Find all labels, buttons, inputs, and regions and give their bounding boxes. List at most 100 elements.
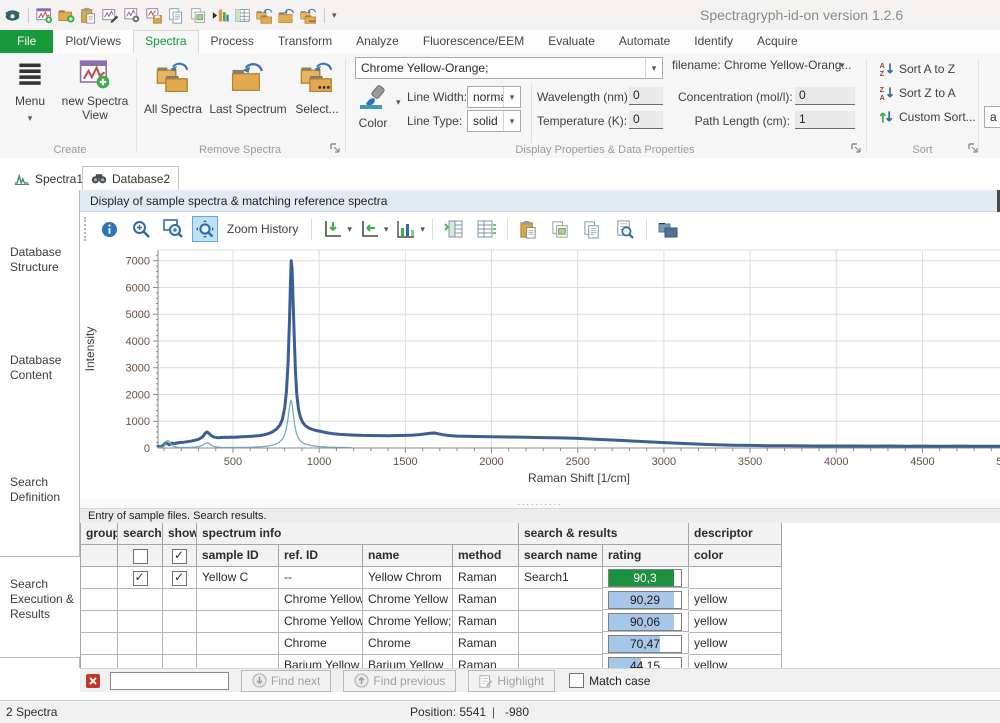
table-row[interactable]: Chrome YellowChrome YellowRaman90,29yell… [80,589,782,611]
find-input[interactable] [110,672,229,690]
display-properties-dialog-launcher-icon[interactable] [851,143,862,154]
copy-button[interactable] [580,216,606,242]
info-button[interactable] [96,216,122,242]
color-button[interactable]: Color [353,84,393,130]
sidebar-item-search-execution[interactable]: Search Execution & Results [10,577,76,622]
remove-select-button[interactable]: Select... [292,58,342,116]
open-add-folder-icon[interactable] [58,7,75,24]
print-preview-button[interactable] [612,216,638,242]
table-row[interactable]: ChromeChromeRaman70,47yellow [80,633,782,655]
preview-eye-icon[interactable] [4,7,21,24]
path-length-input[interactable]: 1 [795,111,855,129]
undo-folder-icon[interactable] [256,7,273,24]
sub-header-sample-id[interactable]: sample ID [197,545,279,567]
col-header-search[interactable]: search [118,523,163,545]
line-width-combo[interactable]: normal ▾ [467,86,521,108]
tab-evaluate[interactable]: Evaluate [536,30,607,53]
tab-process[interactable]: Process [199,30,266,53]
chart-style-button[interactable] [393,216,419,242]
spectrum-select-combo[interactable]: Chrome Yellow-Orange; ▾ [355,57,663,79]
filename-caret-icon[interactable]: ▾ [840,61,845,70]
zoom-region-button[interactable] [160,216,186,242]
toolbar-drag-handle[interactable] [84,217,89,241]
search-all-checkbox[interactable] [133,549,148,564]
doc-tab-database2[interactable]: Database2 [82,166,179,190]
series-list-icon[interactable] [212,7,229,24]
custom-sort-button[interactable]: Custom Sort... [878,109,976,125]
grid-view-button[interactable] [473,216,499,242]
spectrum-chart[interactable]: 5001000150020002500300035004000450050000… [80,246,1000,498]
copy-icon[interactable] [168,7,185,24]
sort-z-to-a-button[interactable]: Sort Z to A [878,85,956,101]
new-plot-view-icon[interactable] [36,7,53,24]
sub-header-ref-id[interactable]: ref. ID [279,545,363,567]
line-width-caret-icon[interactable]: ▾ [503,87,520,107]
match-case-option[interactable]: Match case [569,673,650,688]
axis-x-scale-button[interactable] [357,216,383,242]
col-header-spectrum-info[interactable]: spectrum info [197,523,519,545]
doc-tab-spectra1[interactable]: Spectra1 [6,167,91,190]
pan-zoom-button[interactable] [192,216,218,242]
color-caret-icon[interactable]: ▾ [396,98,401,107]
tab-identify[interactable]: Identify [682,30,745,53]
highlight-button[interactable]: Highlight [468,670,555,692]
find-next-button[interactable]: Find next [241,670,331,692]
plot-edit-icon[interactable] [102,7,119,24]
table-row[interactable]: Barium YellowBarium YellowRaman44,15yell… [80,655,782,668]
tab-spectra[interactable]: Spectra [133,30,198,53]
data-table-button[interactable] [441,216,467,242]
undo-folder-open-icon[interactable] [278,7,295,24]
panel-splitter[interactable]: .......... [80,498,1000,508]
chart-style-caret[interactable]: ▾ [420,224,425,235]
sub-header-rating[interactable]: rating [603,545,689,567]
sub-header-search-name[interactable]: search name [519,545,603,567]
table-row[interactable]: Chrome Yellow;Chrome Yellow;Raman90,06ye… [80,611,782,633]
tab-plot-views[interactable]: Plot/Views [53,30,133,53]
copy-image-icon[interactable] [190,7,207,24]
axis-y-scale-button[interactable] [320,216,346,242]
remove-all-spectra-button[interactable]: All Spectra [142,58,204,116]
tab-analyze[interactable]: Analyze [344,30,411,53]
folders-button[interactable] [655,216,681,242]
line-type-combo[interactable]: solid ▾ [467,110,521,132]
zoom-history-button[interactable]: Zoom History [227,222,298,236]
tab-automate[interactable]: Automate [607,30,682,53]
tab-fluorescence[interactable]: Fluorescence/EEM [411,30,536,53]
plot-export-icon[interactable] [146,7,163,24]
close-find-bar-icon[interactable] [86,674,100,688]
remove-last-spectrum-button[interactable]: Last Spectrum [208,58,288,116]
temperature-input[interactable]: 0 [629,111,663,129]
cutoff-combo[interactable]: a [984,106,1000,128]
sidebar-item-database-structure[interactable]: Database Structure [10,245,76,275]
paste-icon[interactable] [80,7,97,24]
spectrum-select-caret-icon[interactable]: ▾ [645,58,662,78]
sub-header-color[interactable]: color [689,545,782,567]
zoom-in-button[interactable] [128,216,154,242]
col-header-show[interactable]: show [163,523,197,545]
col-header-descriptor[interactable]: descriptor [689,523,782,545]
show-checkbox[interactable] [172,571,187,586]
qat-overflow-caret[interactable]: ▾ [332,11,337,20]
show-all-checkbox[interactable] [172,549,187,564]
sub-header-method[interactable]: method [453,545,519,567]
table-view-icon[interactable] [234,7,251,24]
sidebar-item-search-definition[interactable]: Search Definition [10,475,76,505]
axis-y-scale-caret[interactable]: ▾ [347,224,352,235]
axis-x-scale-caret[interactable]: ▾ [384,224,389,235]
remove-spectra-dialog-launcher-icon[interactable] [330,143,341,154]
tab-transform[interactable]: Transform [266,30,344,53]
tab-acquire[interactable]: Acquire [745,30,810,53]
paste-button[interactable] [516,216,542,242]
copy-image-button[interactable] [548,216,574,242]
tab-file[interactable]: File [0,30,53,53]
search-checkbox[interactable] [133,571,148,586]
col-header-search-results[interactable]: search & results [519,523,689,545]
sort-a-to-z-button[interactable]: Sort A to Z [878,61,955,77]
sidebar-item-database-content[interactable]: Database Content [10,353,76,383]
sort-dialog-launcher-icon[interactable] [968,143,979,154]
sub-header-name[interactable]: name [363,545,453,567]
match-case-checkbox[interactable] [569,673,584,688]
table-row[interactable]: Yellow C--Yellow ChromRamanSearch190,3 [80,567,782,589]
find-previous-button[interactable]: Find previous [343,670,456,692]
undo-folder-select-icon[interactable] [300,7,317,24]
